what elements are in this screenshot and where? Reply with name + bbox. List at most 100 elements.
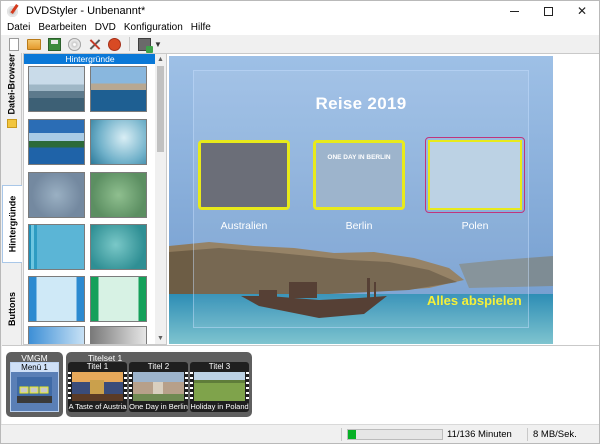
menu-button-polen[interactable] (425, 137, 525, 213)
title-1-item[interactable]: Titel 1 A Taste of Austria (68, 362, 127, 412)
chevron-down-icon[interactable]: ▼ (154, 40, 162, 49)
open-project-button[interactable] (26, 36, 42, 52)
status-separator (341, 428, 342, 441)
progress-fill (348, 430, 357, 439)
background-thumbnail[interactable] (90, 276, 147, 322)
scrollbar-thumb[interactable] (157, 66, 164, 152)
side-tabs: Datei-Browser Hintergründe Buttons (2, 53, 22, 345)
menu-datei[interactable]: Datei (1, 22, 34, 33)
folder-icon[interactable] (7, 119, 17, 128)
dvdstyler-window: DVDStyler - Unbenannt* ✕ Datei Bearbeite… (0, 0, 600, 444)
menu-konfiguration[interactable]: Konfiguration (120, 22, 187, 33)
tab-backgrounds[interactable]: Hintergründe (2, 185, 22, 263)
background-thumbnail[interactable] (28, 276, 85, 322)
menu-editor-canvas: Reise 2019 Australien ONE DAY IN BERLIN … (167, 53, 599, 345)
background-thumbnail[interactable] (90, 326, 147, 344)
menu-button-berlin[interactable]: ONE DAY IN BERLIN (313, 140, 405, 210)
menu-1-thumbnail (17, 377, 52, 403)
title-2-item[interactable]: Titel 2 One Day in Berlin (129, 362, 188, 412)
background-thumbnail[interactable] (90, 224, 147, 270)
menu-bearbeiten[interactable]: Bearbeiten (34, 22, 90, 33)
status-minutes: 11/136 Minuten (447, 429, 512, 440)
australien-thumbnail (201, 143, 287, 207)
scroll-down-icon[interactable]: ▼ (155, 333, 166, 344)
close-icon: ✕ (576, 4, 588, 18)
title-3-thumbnail (194, 372, 245, 401)
menu-dvd[interactable]: DVD (91, 22, 120, 33)
title-bar: DVDStyler - Unbenannt* ✕ (1, 1, 599, 21)
title-2-name: Titel 2 (147, 362, 170, 371)
tab-buttons[interactable]: Buttons (2, 285, 22, 333)
background-thumbnail[interactable] (28, 119, 85, 165)
title-1-thumbnail (72, 372, 123, 401)
vmgm-group: VMGM Menü 1 (6, 352, 63, 417)
background-thumbnail[interactable] (28, 326, 85, 344)
status-rate: 8 MB/Sek. (533, 429, 577, 440)
stop-icon (107, 37, 121, 51)
status-bar: 11/136 Minuten 8 MB/Sek. (1, 424, 599, 443)
tab-backgrounds-label: Hintergründe (7, 195, 18, 253)
new-file-icon (9, 37, 19, 51)
menu-button-label-berlin: Berlin (345, 220, 373, 232)
background-thumbnail[interactable] (28, 66, 85, 112)
close-button[interactable]: ✕ (565, 1, 599, 21)
backgrounds-panel: Hintergründe ▲ ▼ (23, 53, 167, 345)
window-title: DVDStyler - Unbenannt* (26, 5, 146, 17)
menu-button-label-polen: Polen (461, 220, 489, 232)
tab-file-browser[interactable]: Datei-Browser (2, 53, 22, 115)
film-strip-holes (246, 372, 249, 401)
polen-thumbnail (430, 142, 520, 208)
disc-usage-progress (347, 429, 443, 440)
titleset-manager: VMGM Menü 1 Titelset 1 Titel 1 A Taste o… (2, 345, 599, 424)
menu-1-label: Menü 1 (11, 363, 58, 372)
minimize-button[interactable] (497, 1, 531, 21)
title-3-item[interactable]: Titel 3 Holiday in Poland (190, 362, 249, 412)
maximize-icon (543, 6, 553, 16)
film-strip-holes (68, 372, 71, 401)
settings-button[interactable] (86, 36, 102, 52)
title-2-caption: One Day in Berlin (129, 402, 188, 411)
save-project-button[interactable] (46, 36, 62, 52)
folder-open-icon (27, 38, 41, 50)
dvdstyler-app-icon (6, 4, 20, 18)
background-thumbnail[interactable] (28, 172, 85, 218)
minimize-icon (509, 10, 519, 12)
new-project-button[interactable] (6, 36, 22, 52)
stop-button[interactable] (106, 36, 122, 52)
toolbar: ▼ (1, 35, 599, 53)
background-thumbnail[interactable] (28, 224, 85, 270)
film-strip-holes (190, 372, 193, 401)
tab-buttons-label: Buttons (7, 292, 17, 326)
film-strip-holes (185, 372, 188, 401)
scroll-up-icon[interactable]: ▲ (155, 54, 166, 65)
tools-icon (88, 38, 101, 51)
play-all-button[interactable]: Alles abspielen (427, 293, 522, 308)
save-icon (47, 37, 61, 51)
title-1-caption: A Taste of Austria (68, 402, 127, 411)
maximize-button[interactable] (531, 1, 565, 21)
menu-bar: Datei Bearbeiten DVD Konfiguration Hilfe (1, 20, 599, 35)
add-file-icon (137, 37, 153, 53)
backgrounds-header: Hintergründe (24, 54, 156, 64)
canvas-margin (555, 54, 599, 344)
tab-file-browser-label: Datei-Browser (7, 53, 17, 115)
menu-button-label-australien: Australien (220, 220, 268, 232)
status-separator (527, 428, 528, 441)
menu-button-australien[interactable] (198, 140, 290, 210)
backgrounds-scrollbar[interactable]: ▲ ▼ (155, 54, 166, 344)
menu-1-item[interactable]: Menü 1 (10, 362, 59, 412)
menu-title[interactable]: Reise 2019 (169, 94, 553, 114)
add-file-button[interactable] (136, 36, 153, 53)
background-thumbnail[interactable] (90, 66, 147, 112)
menu-hilfe[interactable]: Hilfe (187, 22, 215, 33)
film-strip-holes (129, 372, 132, 401)
dvd-menu-preview: Reise 2019 Australien ONE DAY IN BERLIN … (169, 56, 553, 344)
background-thumbnail[interactable] (90, 119, 147, 165)
titleset-1-group: Titelset 1 Titel 1 A Taste of Austria Ti… (66, 352, 252, 417)
title-3-caption: Holiday in Poland (190, 402, 249, 411)
background-thumbnail[interactable] (90, 172, 147, 218)
toolbar-separator (129, 37, 130, 51)
berlin-overlay-text: ONE DAY IN BERLIN (327, 154, 391, 161)
title-2-thumbnail (133, 372, 184, 401)
burn-dvd-button[interactable] (66, 36, 82, 52)
